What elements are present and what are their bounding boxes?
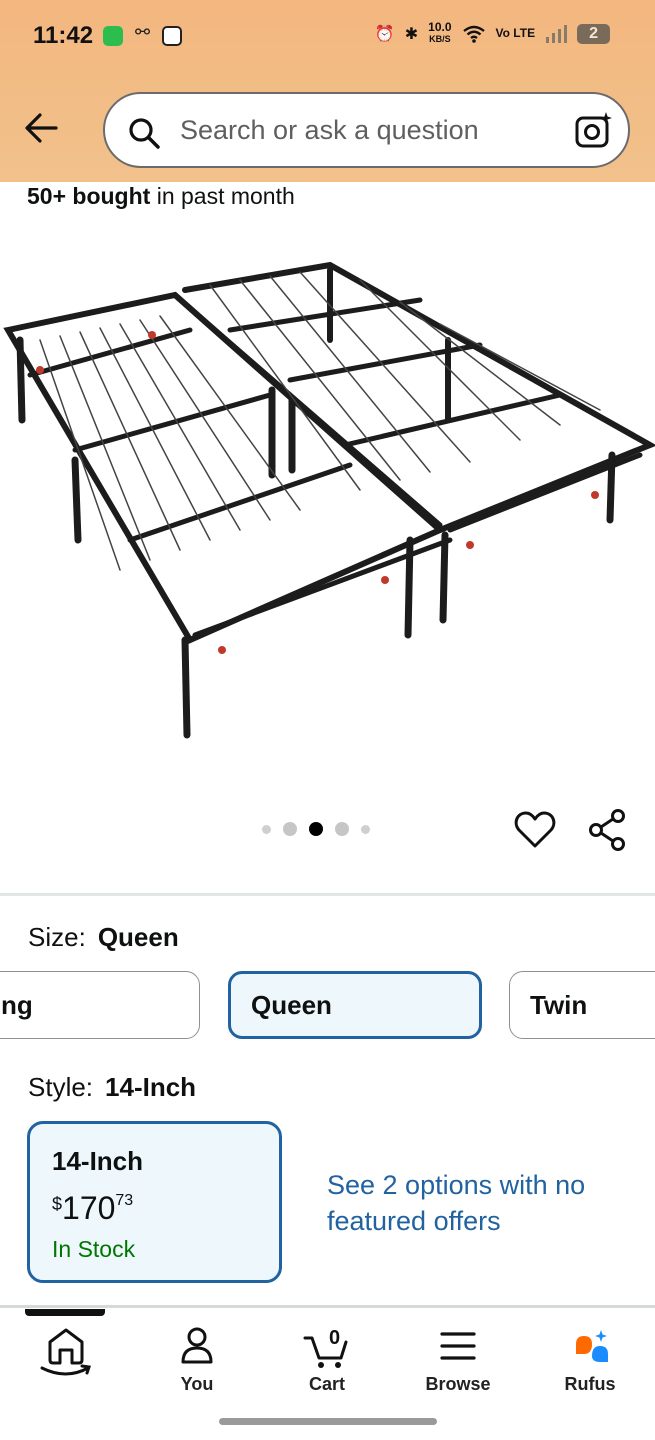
- style-option-title: 14-Inch: [52, 1146, 144, 1176]
- incognito-icon: ⚯: [135, 22, 151, 42]
- back-arrow-icon[interactable]: [22, 108, 62, 148]
- tab-cart[interactable]: 0 Cart: [277, 1318, 377, 1398]
- image-carousel-dots[interactable]: [262, 822, 370, 836]
- style-option-price: $17073: [52, 1190, 134, 1226]
- menu-icon: [440, 1332, 476, 1360]
- stock-status: In Stock: [52, 1236, 136, 1262]
- search-input[interactable]: Search or ask a question: [180, 115, 479, 146]
- carousel-dot-active[interactable]: [309, 822, 323, 836]
- section-divider: [0, 893, 655, 896]
- carousel-dot[interactable]: [262, 824, 271, 834]
- tabbar-divider: [0, 1305, 655, 1308]
- size-option-king[interactable]: ng: [0, 971, 200, 1039]
- bought-count: 50+ bought in past month: [27, 183, 295, 209]
- search-bar[interactable]: Search or ask a question: [103, 92, 630, 168]
- style-selector-label: Style: 14-Inch: [28, 1072, 197, 1102]
- status-right: ⏰ ✱ 10.0 KB/S Vo LTE 2: [374, 20, 610, 45]
- see-options-link[interactable]: See 2 options with no featured offers: [327, 1167, 607, 1239]
- bluetooth-icon: ✱: [404, 25, 419, 43]
- app-notification-icon: [162, 26, 182, 46]
- carousel-dot[interactable]: [361, 824, 370, 834]
- system-home-indicator[interactable]: [219, 1418, 437, 1425]
- bottom-tab-bar: You 0 Cart Browse Rufus: [0, 1318, 655, 1408]
- search-icon: [129, 118, 160, 149]
- tab-label: Rufus: [564, 1374, 616, 1394]
- home-icon: [40, 1328, 91, 1376]
- product-image[interactable]: [0, 240, 655, 760]
- tab-home[interactable]: [16, 1318, 116, 1398]
- tab-label: Browse: [425, 1374, 491, 1394]
- person-icon: [181, 1327, 213, 1364]
- size-selector-label: Size: Queen: [28, 922, 179, 952]
- heart-icon[interactable]: [514, 810, 556, 850]
- tab-label: You: [180, 1374, 214, 1394]
- active-tab-indicator: [25, 1309, 105, 1316]
- size-option-twin[interactable]: Twin: [509, 971, 655, 1039]
- tab-rufus[interactable]: Rufus: [540, 1318, 640, 1398]
- tab-you[interactable]: You: [147, 1318, 247, 1398]
- carousel-dot[interactable]: [283, 822, 297, 836]
- battery-icon: 2: [577, 23, 610, 44]
- alarm-icon: ⏰: [374, 25, 395, 43]
- carousel-dot[interactable]: [335, 822, 349, 836]
- cart-icon: 0: [303, 1327, 348, 1368]
- style-option-14-inch[interactable]: 14-Inch $17073 In Stock: [27, 1121, 282, 1283]
- tab-browse[interactable]: Browse: [408, 1318, 508, 1398]
- rufus-icon: [576, 1330, 608, 1362]
- camera-lens-icon[interactable]: [574, 110, 614, 150]
- app-header: 11:42 ⚯ ⏰ ✱ 10.0 KB/S Vo LTE 2 Search or…: [0, 0, 655, 182]
- share-icon[interactable]: [587, 808, 629, 852]
- status-bar: 11:42 ⚯ ⏰ ✱ 10.0 KB/S Vo LTE 2: [0, 0, 655, 72]
- cart-count: 0: [329, 1327, 340, 1349]
- wifi-icon: [462, 25, 485, 43]
- net-speed: 10.0 KB/S: [428, 20, 452, 44]
- wechat-icon: [103, 26, 123, 46]
- size-option-queen[interactable]: Queen: [228, 971, 482, 1039]
- lte-indicator: Vo LTE: [495, 26, 536, 40]
- tab-label: Cart: [308, 1374, 345, 1394]
- status-time: 11:42: [33, 22, 94, 49]
- signal-icon: [546, 24, 568, 43]
